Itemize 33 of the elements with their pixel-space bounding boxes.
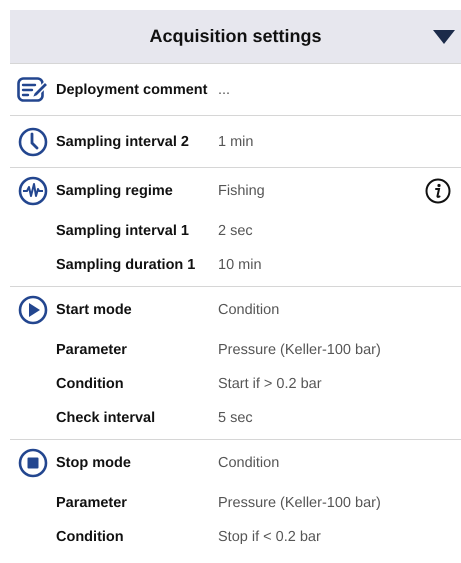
- setting-label: Stop mode: [56, 455, 132, 471]
- setting-label: Sampling interval 1: [56, 223, 190, 239]
- section-header[interactable]: Acquisition settings: [10, 10, 461, 63]
- setting-value: Condition: [218, 455, 280, 471]
- setting-label: Deployment comment: [56, 82, 208, 98]
- setting-value: Fishing: [218, 183, 266, 199]
- setting-label: Sampling interval 2: [56, 134, 190, 150]
- setting-label: Parameter: [56, 495, 128, 511]
- setting-value: 1 min: [218, 134, 254, 150]
- caret-icon[interactable]: [433, 30, 455, 44]
- waveform-icon: [18, 176, 48, 206]
- setting-value: 5 sec: [218, 410, 254, 426]
- setting-label: Condition: [56, 376, 125, 392]
- setting-label: Condition: [56, 529, 125, 545]
- setting-label: Parameter: [56, 342, 128, 358]
- setting-label: Check interval: [56, 410, 156, 426]
- setting-label: Start mode: [56, 302, 133, 318]
- stop-icon: [18, 448, 48, 478]
- setting-value: ...: [218, 82, 232, 98]
- setting-value: Condition: [218, 302, 280, 318]
- play-icon: [18, 295, 48, 325]
- edit-note-icon: [17, 76, 49, 102]
- setting-value: Pressure (Keller-100 bar): [218, 342, 382, 358]
- setting-label: Sampling regime: [56, 183, 174, 199]
- setting-value: 10 min: [218, 257, 263, 273]
- section-title: Acquisition settings: [149, 26, 322, 47]
- setting-value: Stop if < 0.2 bar: [218, 529, 322, 545]
- info-icon[interactable]: [425, 178, 451, 204]
- setting-value: 2 sec: [218, 223, 254, 239]
- setting-value: Start if > 0.2 bar: [218, 376, 323, 392]
- setting-label: Sampling duration 1: [56, 257, 196, 273]
- clock-icon: [18, 126, 48, 156]
- setting-value: Pressure (Keller-100 bar): [218, 495, 382, 511]
